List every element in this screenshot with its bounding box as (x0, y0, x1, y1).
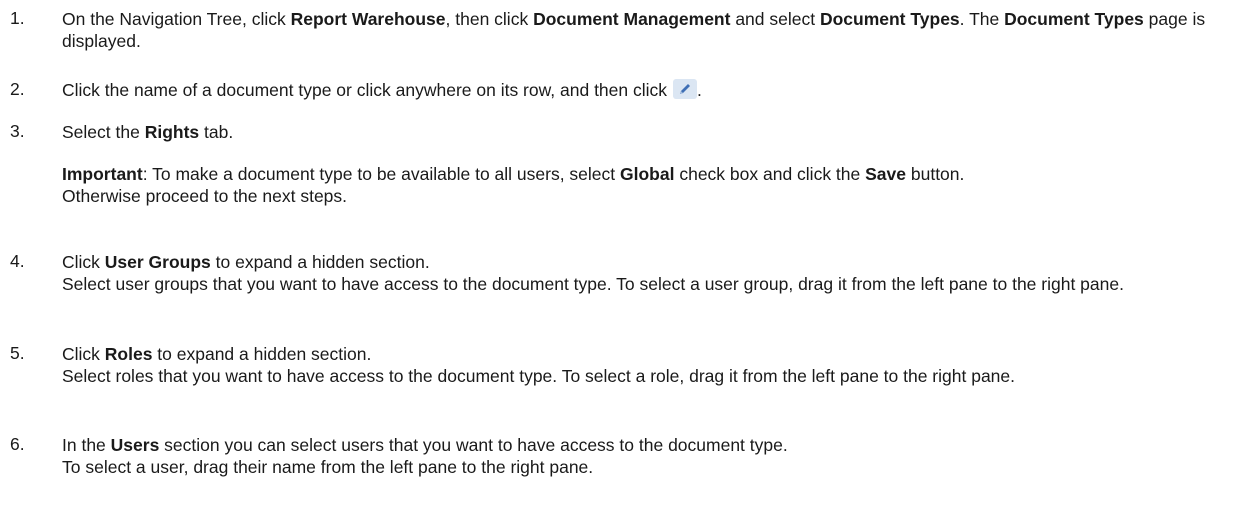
text-run: check box and click the (674, 164, 866, 184)
step-number: 1. (10, 8, 25, 28)
step-number: 5. (10, 343, 25, 363)
bold-term: Report Warehouse (290, 9, 446, 29)
text-run: On the Navigation Tree, click (62, 9, 291, 29)
step-text: On the Navigation Tree, click Report War… (62, 8, 1232, 52)
instruction-text: Click the name of a document type or cli… (62, 80, 668, 100)
step-detail: Select roles that you want to have acces… (62, 366, 1016, 386)
text-run: to expand a hidden section. (152, 344, 372, 364)
text-run: Click (62, 344, 105, 364)
edit-pencil-icon (673, 79, 698, 99)
step-text: Click User Groups to expand a hidden sec… (62, 251, 1232, 295)
text-run: section you can select users that you wa… (159, 435, 788, 455)
step-instruction: On the Navigation Tree, click Report War… (62, 8, 1232, 52)
text-run: and select (730, 9, 820, 29)
step-instruction: Click Roles to expand a hidden section. (62, 343, 1232, 365)
step-text: Select the Rights tab. Important: To mak… (62, 121, 1232, 207)
step-number: 2. (10, 79, 25, 99)
bold-term: Save (865, 164, 906, 184)
step-number: 4. (10, 251, 25, 271)
text-run: tab. (199, 122, 234, 142)
bold-term: Global (620, 164, 675, 184)
text-run: : To make a document type to be availabl… (142, 164, 621, 184)
bold-term: Document Types (819, 9, 960, 29)
step-instruction: Click the name of a document type or cli… (62, 79, 1232, 101)
text-run: Click (62, 252, 105, 272)
text-run: In the (62, 435, 111, 455)
step-number: 3. (10, 121, 25, 141)
bold-term: Users (110, 435, 160, 455)
bold-term: User Groups (104, 252, 211, 272)
step-text: Click the name of a document type or cli… (62, 79, 1232, 101)
note-followup: Otherwise proceed to the next steps. (62, 186, 348, 206)
text-run: Select the (62, 122, 145, 142)
step-instruction: In the Users section you can select user… (62, 434, 1232, 456)
bold-term: Document Types (1004, 9, 1144, 29)
step-detail: Select user groups that you want to have… (62, 274, 1124, 294)
step-instruction: Select the Rights tab. (62, 121, 1232, 143)
bold-term: Document Management (533, 9, 731, 29)
step-detail: To select a user, drag their name from t… (62, 457, 594, 477)
step-text: Click Roles to expand a hidden section. … (62, 343, 1232, 387)
instruction-end: . (697, 80, 702, 100)
important-note: Important: To make a document type to be… (62, 163, 1227, 185)
text-run: to expand a hidden section. (210, 252, 430, 272)
text-run: button. (906, 164, 965, 184)
text-run: . The (959, 9, 1005, 29)
bold-term: Rights (144, 122, 200, 142)
step-text: In the Users section you can select user… (62, 434, 1232, 478)
bold-term: Roles (104, 344, 153, 364)
step-number: 6. (10, 434, 25, 454)
text-run: , then click (445, 9, 534, 29)
step-instruction: Click User Groups to expand a hidden sec… (62, 251, 1232, 273)
bold-term: Important (62, 164, 143, 184)
